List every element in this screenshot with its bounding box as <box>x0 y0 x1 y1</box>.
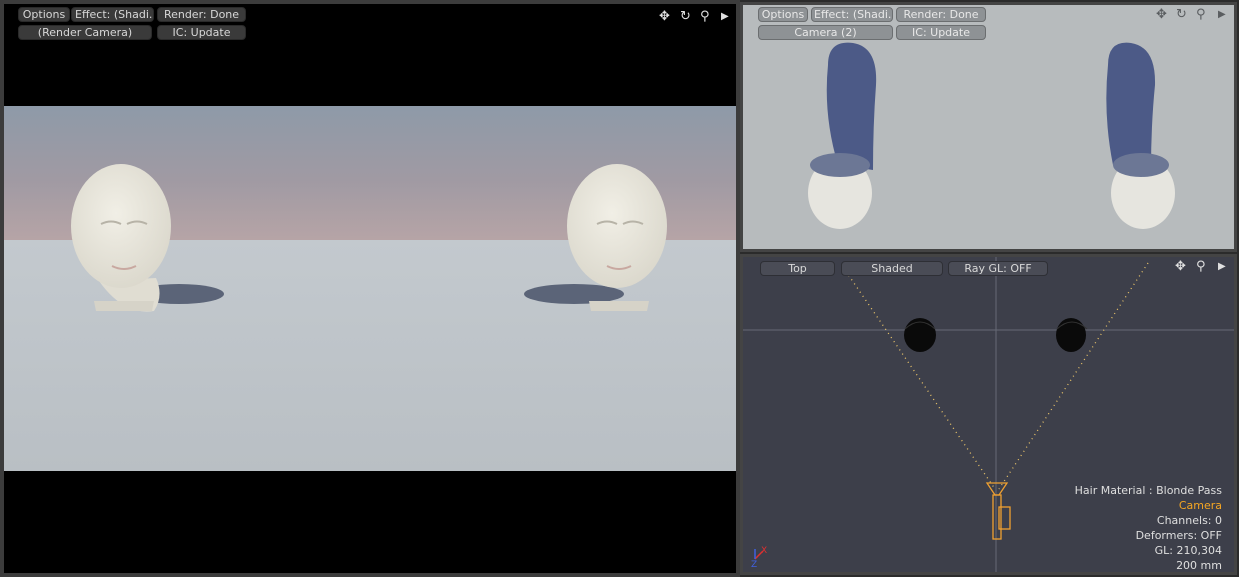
zoom-icon[interactable]: ⚲ <box>700 10 710 24</box>
grid-scale-label: 200 mm <box>1176 559 1222 572</box>
move-icon[interactable]: ✥ <box>1156 8 1167 22</box>
zoom-icon[interactable]: ⚲ <box>1196 260 1206 274</box>
move-icon[interactable]: ✥ <box>1175 260 1186 274</box>
options-button[interactable]: Options <box>18 7 70 22</box>
options-button[interactable]: Options <box>758 7 808 22</box>
ic-update-button[interactable]: IC: Update <box>896 25 986 40</box>
deformers-label: Deformers: OFF <box>1135 529 1222 542</box>
render-preview-image <box>4 106 736 471</box>
view-type-dropdown[interactable]: Top <box>760 261 835 276</box>
camera-object <box>985 482 1011 540</box>
rotate-icon[interactable]: ↻ <box>1176 8 1187 22</box>
camera-select-dropdown[interactable]: Camera (2) <box>758 25 893 40</box>
camera-2-viewport[interactable]: Options Effect: (Shadi... Render: Done C… <box>740 2 1237 252</box>
gl-polycount-label: GL: 210,304 <box>1154 544 1222 557</box>
camera-2-render-image <box>743 5 1234 249</box>
hair-object-left <box>904 318 936 352</box>
expand-arrow-icon[interactable]: ▶ <box>721 10 729 24</box>
effect-dropdown[interactable]: Effect: (Shadi... <box>71 7 154 22</box>
render-camera-viewport[interactable]: Options Effect: (Shadi... Render: Done (… <box>0 0 740 577</box>
expand-arrow-icon[interactable]: ▶ <box>1218 8 1226 22</box>
expand-arrow-icon[interactable]: ▶ <box>1218 260 1226 274</box>
channels-label: Channels: 0 <box>1156 514 1222 527</box>
zoom-icon[interactable]: ⚲ <box>1196 8 1206 22</box>
shading-mode-dropdown[interactable]: Shaded <box>841 261 943 276</box>
axis-x-label: X <box>761 546 767 556</box>
hair-material-label: Hair Material : Blonde Pass <box>1074 484 1222 497</box>
hair-object-right <box>1056 318 1088 352</box>
rotate-icon[interactable]: ↻ <box>680 10 691 24</box>
ic-update-button[interactable]: IC: Update <box>157 25 246 40</box>
ray-gl-toggle[interactable]: Ray GL: OFF <box>948 261 1048 276</box>
axis-z-label: Z <box>751 560 757 570</box>
effect-dropdown[interactable]: Effect: (Shadi... <box>811 7 893 22</box>
top-view-viewport[interactable]: X Z Top Shaded Ray GL: OFF ✥ ⚲ ▶ Hair Ma… <box>740 254 1237 575</box>
camera-select-dropdown[interactable]: (Render Camera) <box>18 25 152 40</box>
selected-item-label: Camera <box>1178 499 1222 512</box>
render-status-button[interactable]: Render: Done <box>157 7 246 22</box>
axis-gizmo: X Z <box>751 546 767 570</box>
move-icon[interactable]: ✥ <box>659 10 670 24</box>
render-status-button[interactable]: Render: Done <box>896 7 986 22</box>
